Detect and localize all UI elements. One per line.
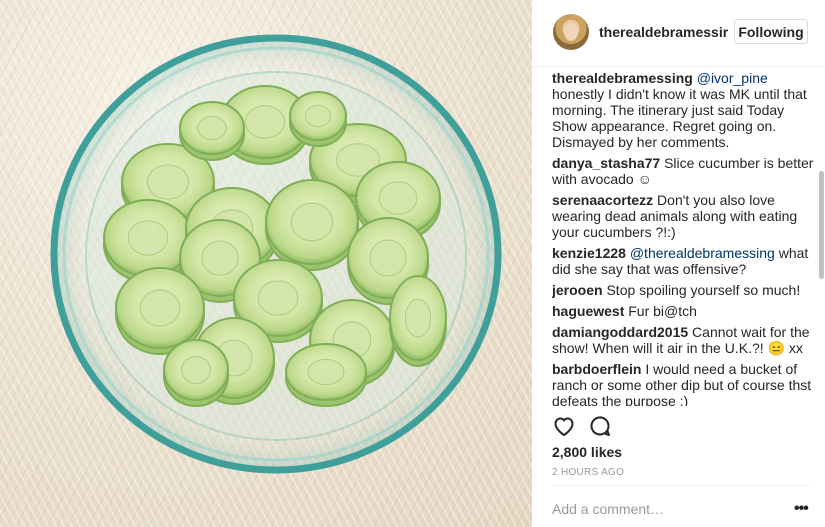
cucumber-slice-seeds [197,115,227,141]
comment-text: honestly I didn't know it was MK until t… [552,86,807,150]
comment-mention[interactable]: @therealdebramessing [630,245,775,261]
cucumber-slice-seeds [307,358,345,386]
comment-item: haguewest Fur bi@tch [552,303,817,319]
more-options-icon[interactable]: ••• [794,499,810,519]
post-username[interactable]: therealdebramessir [599,24,728,40]
avatar[interactable] [553,14,589,50]
following-button[interactable]: Following [734,19,808,44]
comment-username[interactable]: damiangoddard2015 [552,324,688,340]
comment-item: serenaacortezz Don't you also love weari… [552,192,817,240]
scrollbar-thumb[interactable] [819,171,824,279]
comment-text: Stop spoiling yourself so much! [602,282,801,298]
cucumber-slice-seeds [290,202,334,242]
cucumber-slice-seeds [139,289,181,327]
comment-username[interactable]: jerooen [552,282,603,298]
cucumber-slice-seeds [257,280,299,316]
comment-username[interactable]: barbdoerflein [552,361,641,377]
cucumber-bowl-image [50,34,502,474]
heart-icon[interactable] [552,414,578,440]
comment-item: danya_stasha77 Slice cucumber is better … [552,155,817,187]
cucumber-slice-seeds [378,181,418,215]
comment-username[interactable]: haguewest [552,303,624,319]
comment-item: barbdoerflein I would need a bucket of r… [552,361,817,406]
comment-mention[interactable]: @ivor_pine [697,70,768,86]
comment-item: kenzie1228 @therealdebramessing what did… [552,245,817,277]
cucumber-slice-seeds [181,356,211,384]
post-timestamp[interactable]: 2 HOURS AGO [552,467,624,478]
comment-item: therealdebramessing @ivor_pine honestly … [552,70,817,150]
post-details-panel: therealdebramessir Following therealdebr… [532,0,825,527]
post-header: therealdebramessir Following [532,0,825,67]
likes-count[interactable]: 2,800 likes [552,444,622,460]
divider [552,485,810,486]
comment-username[interactable]: kenzie1228 [552,245,626,261]
comment-text: Fur bi@tch [624,303,697,319]
cucumber-slice-seeds [369,239,407,277]
comment-item: jerooen Stop spoiling yourself so much! [552,282,817,298]
cucumber-slice-seeds [404,298,432,338]
comment-username[interactable]: danya_stasha77 [552,155,660,171]
comment-username[interactable]: serenaacortezz [552,192,653,208]
avatar-face [564,23,578,41]
comments-scrollbar[interactable] [818,68,825,408]
post-photo [0,0,532,527]
cucumber-slice-seeds [201,240,239,276]
comment-item: damiangoddard2015 Cannot wait for the sh… [552,324,817,356]
comment-username[interactable]: therealdebramessing [552,70,693,86]
cucumber-slice-seeds [146,164,190,200]
comments-list[interactable]: therealdebramessing @ivor_pine honestly … [552,70,817,406]
cucumber-slice-seeds [127,220,169,256]
add-comment-input[interactable] [552,498,782,520]
comment-icon[interactable] [588,414,614,440]
cucumber-slice-seeds [304,104,332,128]
cucumber-slice-seeds [244,105,286,139]
